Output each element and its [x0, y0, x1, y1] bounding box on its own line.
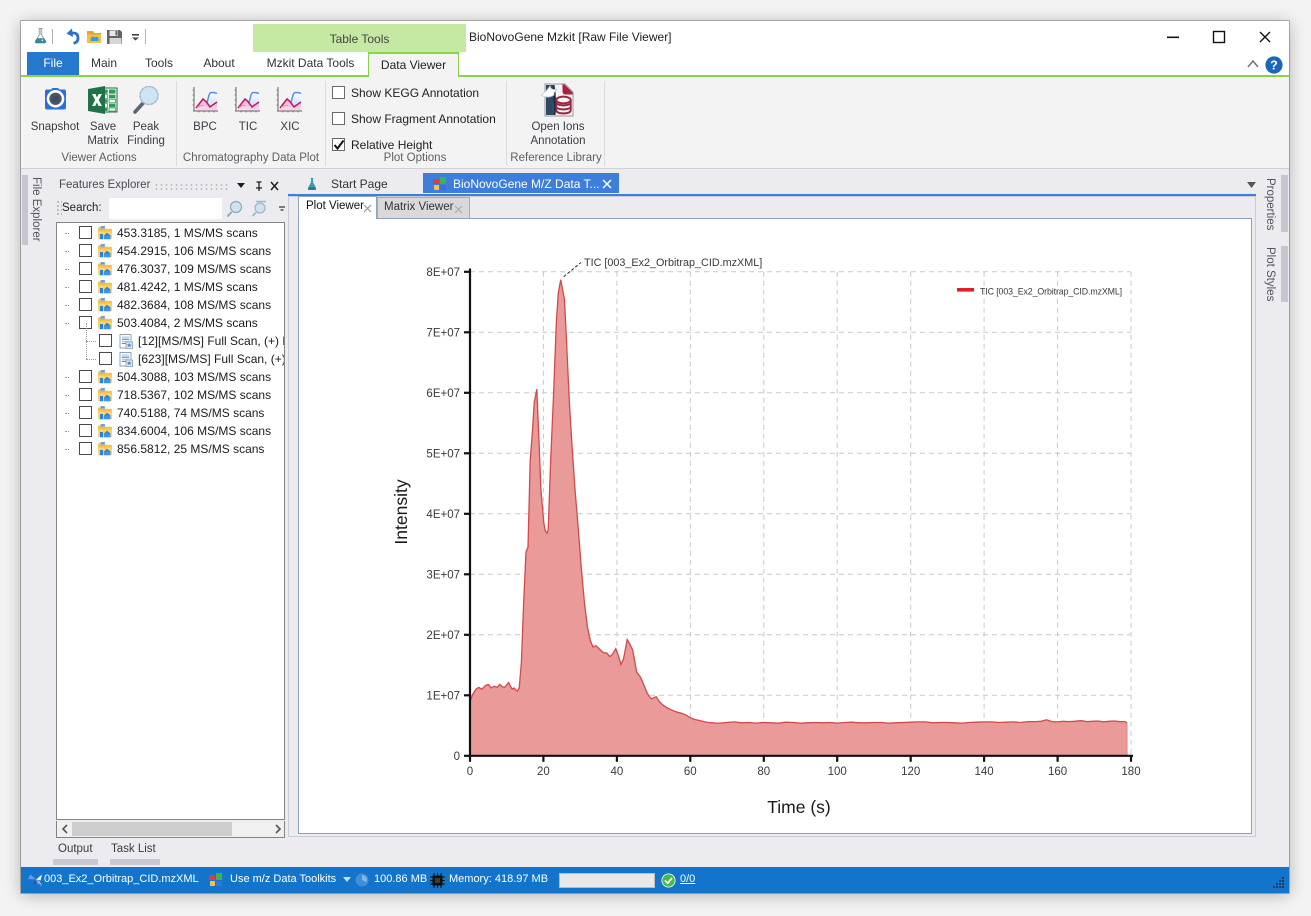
svg-text:60: 60: [684, 766, 697, 778]
svg-text:0: 0: [467, 766, 473, 778]
svg-text:TIC [003_Ex2_Orbitrap_CID.mzXM: TIC [003_Ex2_Orbitrap_CID.mzXML]: [980, 287, 1122, 297]
svg-text:0: 0: [454, 751, 460, 763]
svg-text:40: 40: [611, 766, 624, 778]
svg-text:TIC [003_Ex2_Orbitrap_CID.mzXM: TIC [003_Ex2_Orbitrap_CID.mzXML]: [584, 257, 762, 269]
svg-text:120: 120: [901, 766, 920, 778]
svg-text:7E+07: 7E+07: [426, 327, 460, 339]
svg-text:100: 100: [828, 766, 847, 778]
svg-text:20: 20: [537, 766, 550, 778]
svg-text:1E+07: 1E+07: [426, 690, 460, 702]
svg-text:180: 180: [1121, 766, 1140, 778]
svg-text:160: 160: [1048, 766, 1067, 778]
svg-text:Intensity: Intensity: [391, 479, 411, 544]
svg-text:Time (s): Time (s): [767, 797, 831, 817]
svg-text:5E+07: 5E+07: [426, 448, 460, 460]
svg-text:8E+07: 8E+07: [426, 267, 460, 279]
svg-text:2E+07: 2E+07: [426, 630, 460, 642]
svg-text:80: 80: [757, 766, 770, 778]
svg-text:?: ?: [1270, 58, 1278, 72]
svg-text:140: 140: [975, 766, 994, 778]
svg-text:3E+07: 3E+07: [426, 569, 460, 581]
svg-text:4E+07: 4E+07: [426, 509, 460, 521]
svg-text:6E+07: 6E+07: [426, 388, 460, 400]
